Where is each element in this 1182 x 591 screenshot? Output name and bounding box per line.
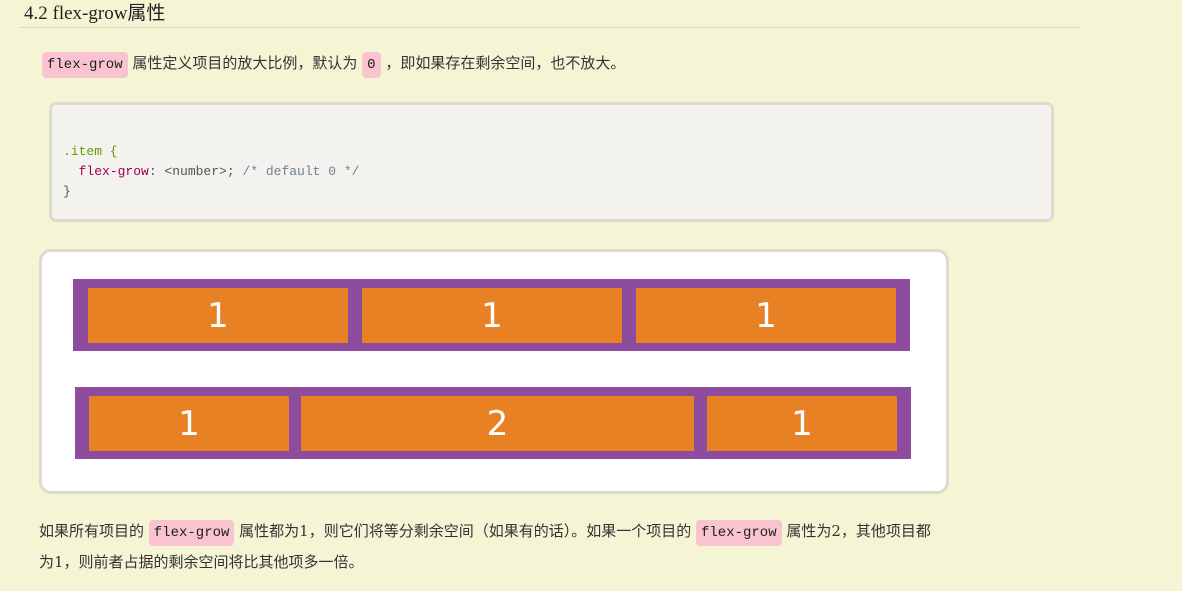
text: ，即如果存在剩余空间，也不放大。 (380, 54, 626, 72)
code-property: flex-grow (78, 164, 149, 179)
code-close: } (63, 184, 71, 199)
inline-code: flex-grow (42, 52, 128, 78)
outro-paragraph: 如果所有项目的 flex-grow 属性都为1，则它们将等分剩余空间（如果有的话… (39, 520, 931, 546)
flex-item: 1 (362, 288, 622, 343)
heading-divider (20, 27, 1080, 28)
text: 属性都为1，则它们将等分剩余空间（如果有的话）。如果一个项目的 (234, 522, 696, 540)
intro-paragraph: flex-grow 属性定义项目的放大比例，默认为 0 ，即如果存在剩余空间，也… (42, 52, 626, 78)
outro-line-2: 为1，则前者占据的剩余空间将比其他项多一倍。 (39, 553, 364, 571)
code-block: .item { flex-grow: <number>; /* default … (49, 102, 1054, 222)
code-comment: /* default 0 */ (242, 164, 360, 179)
flex-item: 1 (89, 396, 289, 451)
code-value: : <number>; (148, 164, 243, 179)
flex-item: 1 (707, 396, 897, 451)
inline-code: 0 (362, 52, 381, 78)
inline-code: flex-grow (148, 520, 235, 546)
flex-item: 1 (88, 288, 348, 343)
inline-code: flex-grow (696, 520, 782, 546)
text: 属性为2，其他项目都 (781, 522, 931, 540)
code-selector: .item { (63, 144, 118, 159)
flex-item: 2 (301, 396, 694, 451)
flex-item: 1 (636, 288, 896, 343)
text: 如果所有项目的 (39, 522, 149, 540)
section-heading: 4.2 flex-grow属性 (24, 3, 166, 24)
text: 属性定义项目的放大比例，默认为 (127, 54, 363, 72)
